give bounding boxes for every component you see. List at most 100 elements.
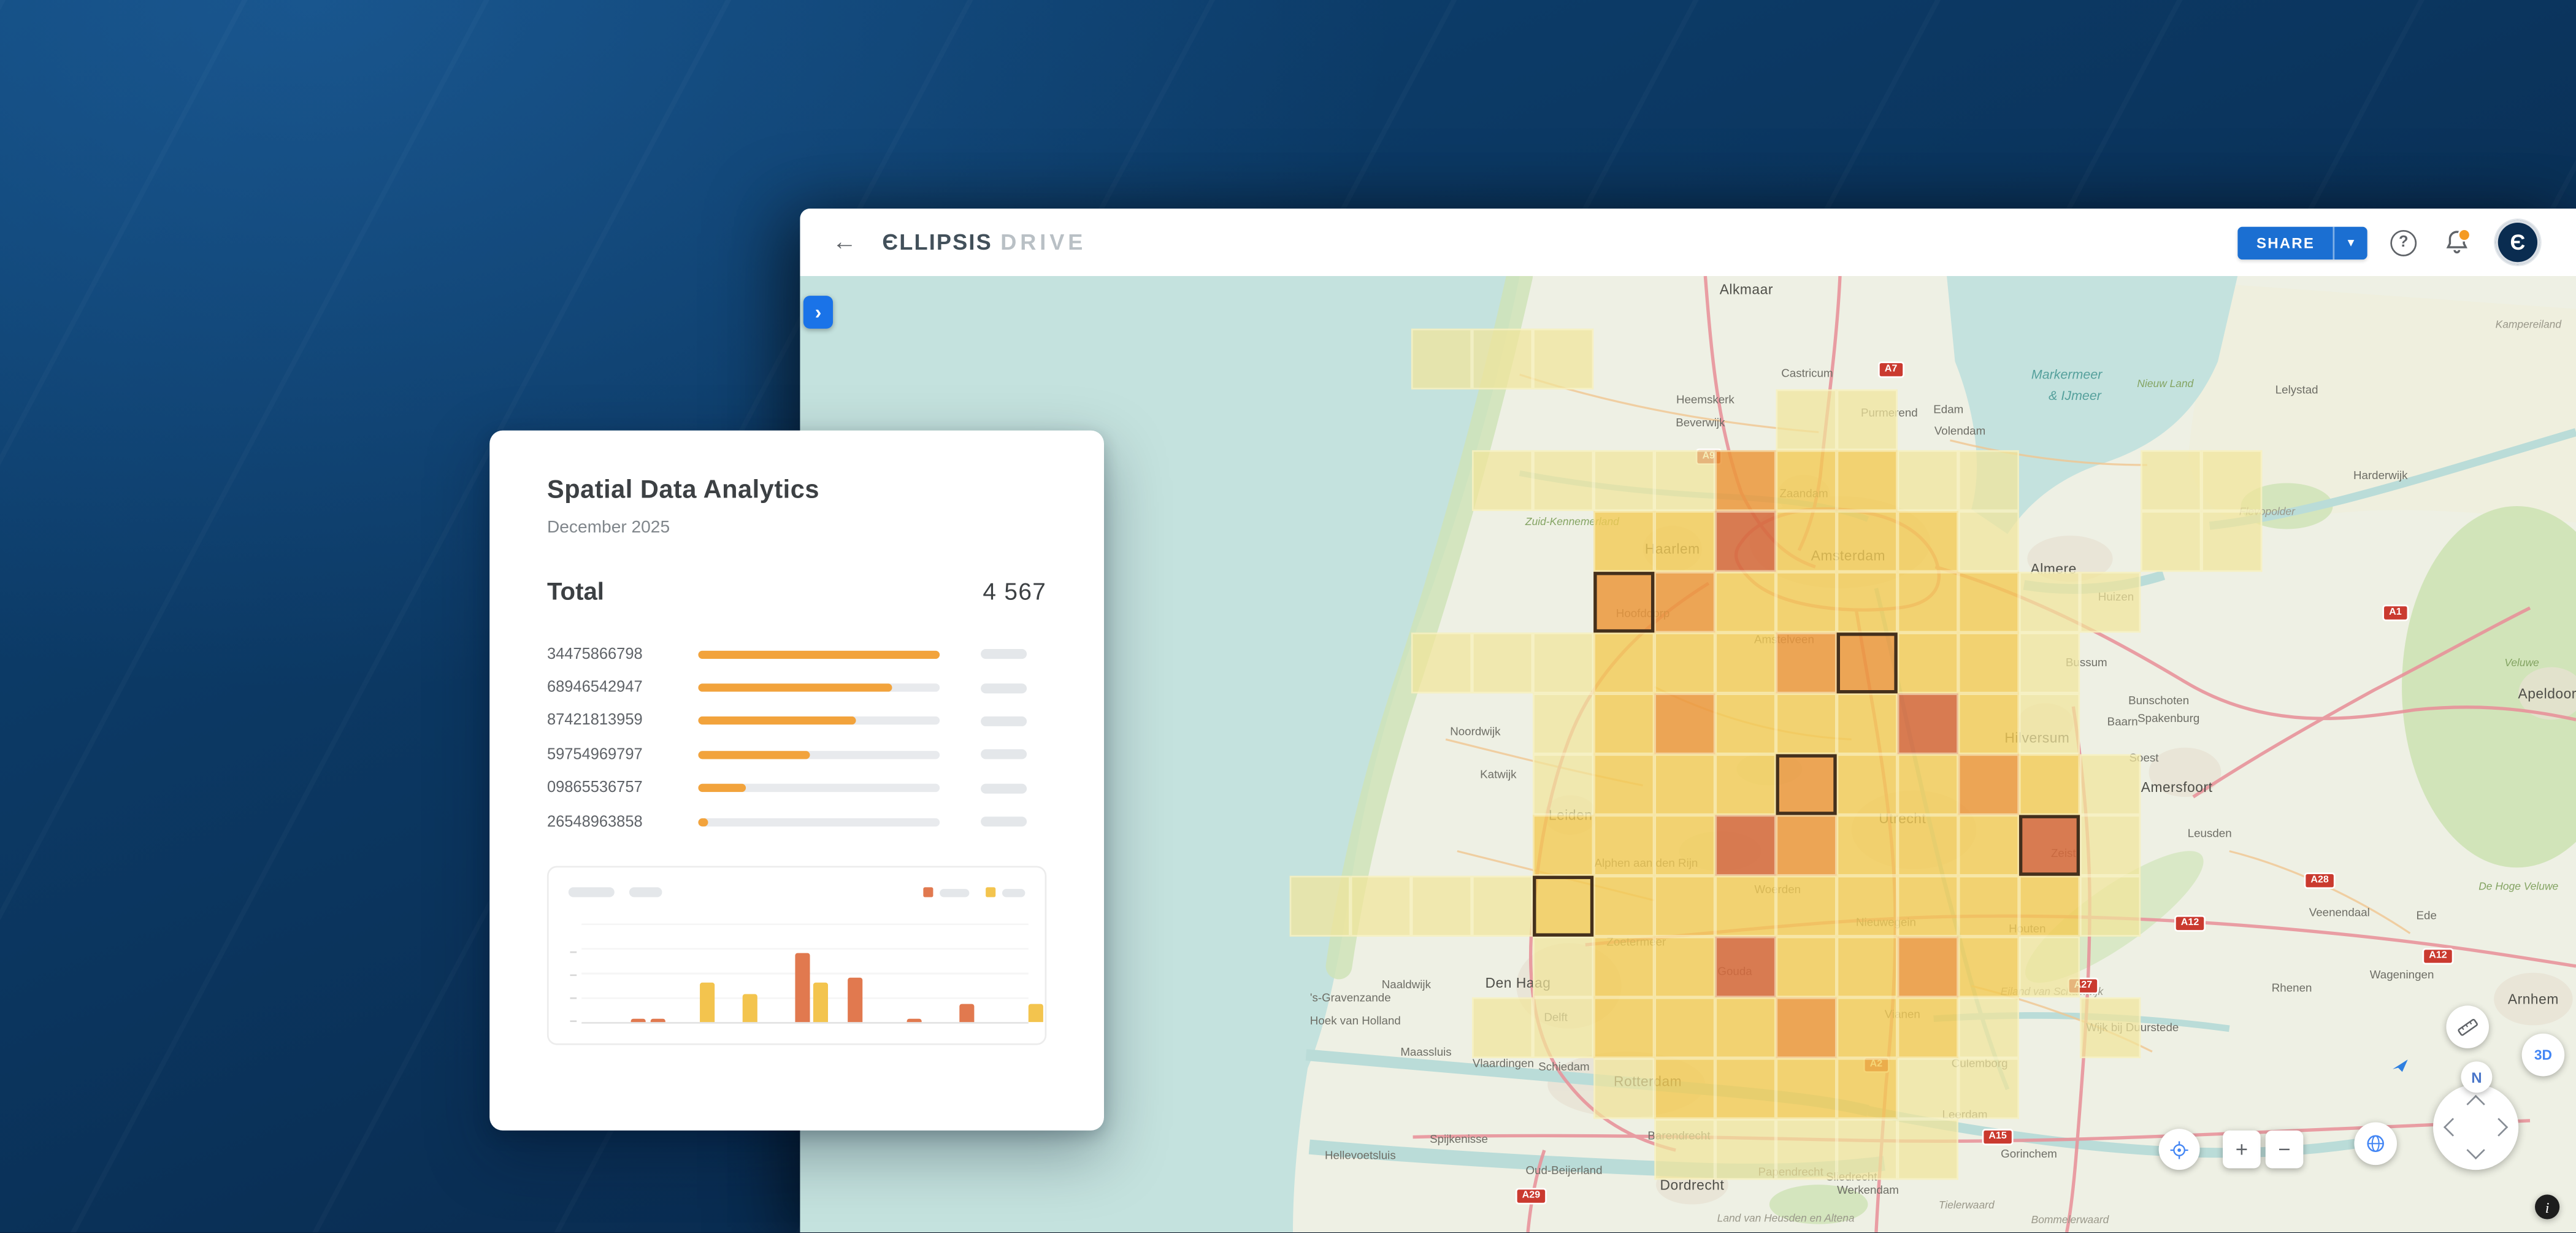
back-button[interactable]: ← <box>823 221 866 264</box>
grid-cell[interactable] <box>1898 754 1958 815</box>
grid-cell[interactable] <box>1654 754 1715 815</box>
grid-cell[interactable] <box>1715 876 1776 937</box>
grid-cell[interactable] <box>1593 632 1654 693</box>
grid-cell[interactable] <box>1715 937 1776 997</box>
grid-cell[interactable] <box>1898 572 1958 632</box>
grid-cell[interactable] <box>1776 937 1837 997</box>
grid-cell[interactable] <box>1654 876 1715 937</box>
grid-cell[interactable] <box>2019 632 2080 693</box>
grid-cell[interactable] <box>1958 632 2019 693</box>
help-icon[interactable]: ? <box>2390 229 2417 256</box>
globe-projection-button[interactable] <box>2354 1122 2397 1165</box>
grid-cell[interactable] <box>1958 693 2019 754</box>
grid-cell[interactable] <box>2141 511 2201 572</box>
grid-cell[interactable] <box>1837 876 1898 937</box>
grid-cell[interactable] <box>1533 815 1593 876</box>
grid-cell[interactable] <box>1898 1058 1958 1119</box>
share-dropdown-button[interactable]: ▾ <box>2333 226 2367 259</box>
grid-cell[interactable] <box>1472 876 1533 937</box>
grid-cell[interactable] <box>1411 329 1472 390</box>
grid-cell[interactable] <box>2019 754 2080 815</box>
grid-cell[interactable] <box>1837 450 1898 511</box>
analytics-row[interactable]: 87421813959 <box>547 705 1046 739</box>
grid-cell[interactable] <box>1715 572 1776 632</box>
grid-cell[interactable] <box>1472 329 1533 390</box>
grid-cell[interactable] <box>1776 572 1837 632</box>
notifications-bell-icon[interactable] <box>2440 226 2473 259</box>
grid-cell[interactable] <box>2019 572 2080 632</box>
grid-cell[interactable] <box>1958 1058 2019 1119</box>
attribution-info-button[interactable]: i <box>2535 1194 2559 1219</box>
grid-cell[interactable] <box>1533 937 1593 997</box>
grid-cell[interactable] <box>2019 693 2080 754</box>
grid-cell[interactable] <box>1715 693 1776 754</box>
grid-cell[interactable] <box>2141 450 2201 511</box>
analytics-row[interactable]: 68946542947 <box>547 671 1046 705</box>
grid-cell[interactable] <box>1593 754 1654 815</box>
grid-cell[interactable] <box>1776 997 1837 1058</box>
grid-cell[interactable] <box>1533 632 1593 693</box>
grid-cell[interactable] <box>1472 997 1533 1058</box>
grid-cell[interactable] <box>2019 876 2080 937</box>
account-avatar[interactable]: Є <box>2496 220 2540 264</box>
grid-cell[interactable] <box>1715 815 1776 876</box>
grid-cell[interactable] <box>1351 876 1411 937</box>
compass-north-button[interactable]: N <box>2461 1061 2492 1093</box>
grid-cell[interactable] <box>2080 997 2141 1058</box>
measure-ruler-button[interactable] <box>2446 1005 2489 1048</box>
grid-cell[interactable] <box>1533 329 1593 390</box>
grid-cell[interactable] <box>1837 937 1898 997</box>
grid-cell[interactable] <box>1715 511 1776 572</box>
grid-cell[interactable] <box>1837 632 1898 693</box>
grid-cell[interactable] <box>1472 450 1533 511</box>
grid-cell[interactable] <box>1776 1058 1837 1119</box>
grid-cell[interactable] <box>1654 997 1715 1058</box>
grid-cell[interactable] <box>1958 450 2019 511</box>
grid-cell[interactable] <box>2080 572 2141 632</box>
analytics-row[interactable]: 09865536757 <box>547 772 1046 805</box>
grid-cell[interactable] <box>1958 876 2019 937</box>
grid-cell[interactable] <box>1776 815 1837 876</box>
grid-cell[interactable] <box>2080 754 2141 815</box>
grid-cell[interactable] <box>1837 1058 1898 1119</box>
grid-cell[interactable] <box>1715 450 1776 511</box>
share-button[interactable]: SHARE <box>2239 226 2333 259</box>
grid-cell[interactable] <box>1533 450 1593 511</box>
grid-cell[interactable] <box>2201 450 2262 511</box>
analytics-row[interactable]: 26548963858 <box>547 805 1046 839</box>
grid-cell[interactable] <box>1776 390 1837 450</box>
grid-cell[interactable] <box>1898 450 1958 511</box>
grid-cell[interactable] <box>1593 450 1654 511</box>
grid-cell[interactable] <box>1958 572 2019 632</box>
grid-cell[interactable] <box>1593 511 1654 572</box>
grid-cell[interactable] <box>1715 1058 1776 1119</box>
grid-cell[interactable] <box>1837 572 1898 632</box>
grid-cell[interactable] <box>1654 937 1715 997</box>
grid-cell[interactable] <box>1776 876 1837 937</box>
grid-cell[interactable] <box>1898 876 1958 937</box>
grid-cell[interactable] <box>1593 876 1654 937</box>
grid-cell[interactable] <box>2019 815 2080 876</box>
grid-cell[interactable] <box>1837 693 1898 754</box>
grid-cell[interactable] <box>1411 876 1472 937</box>
grid-cell[interactable] <box>1654 1119 1715 1180</box>
grid-cell[interactable] <box>1715 1119 1776 1180</box>
zoom-out-button[interactable]: − <box>2266 1131 2304 1169</box>
pan-navigation-control[interactable] <box>2433 1085 2518 1170</box>
grid-cell[interactable] <box>1654 1058 1715 1119</box>
grid-cell[interactable] <box>1654 511 1715 572</box>
grid-cell[interactable] <box>1898 693 1958 754</box>
grid-cell[interactable] <box>1898 937 1958 997</box>
grid-cell[interactable] <box>1593 572 1654 632</box>
grid-cell[interactable] <box>1837 511 1898 572</box>
zoom-in-button[interactable]: + <box>2223 1131 2261 1169</box>
grid-cell[interactable] <box>1715 997 1776 1058</box>
grid-cell[interactable] <box>1958 937 2019 997</box>
grid-cell[interactable] <box>1290 876 1351 937</box>
grid-cell[interactable] <box>1837 815 1898 876</box>
locate-me-button[interactable] <box>2159 1129 2200 1170</box>
grid-cell[interactable] <box>1593 1058 1654 1119</box>
grid-cell[interactable] <box>1898 1119 1958 1180</box>
grid-cell[interactable] <box>1958 997 2019 1058</box>
grid-cell[interactable] <box>1654 693 1715 754</box>
